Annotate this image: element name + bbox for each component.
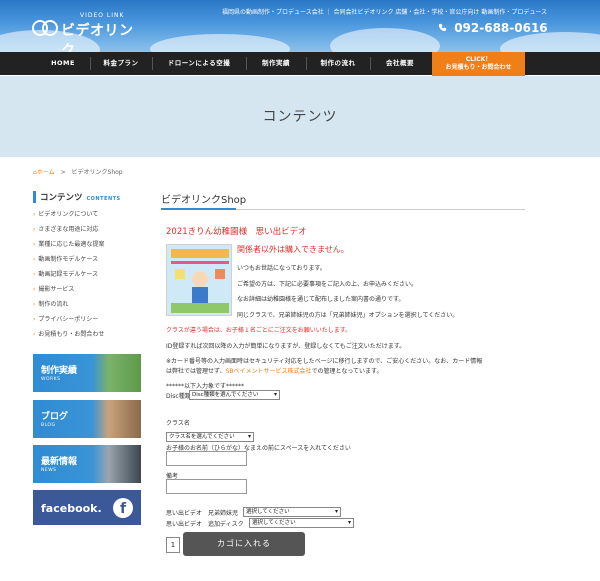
class-name-select[interactable]: クラス名を選んでください [166,432,254,442]
nav-item-company[interactable]: 会社概要 [372,52,428,75]
extra-disc-select[interactable]: 選択してください [249,518,354,528]
nav-item-drone[interactable]: ドローンによる空撮 [154,52,244,75]
sidebar-link-privacy[interactable]: プライバシーポリシー [33,314,98,323]
nav-item-pricing[interactable]: 料金プラン [92,52,150,75]
sidebar-link-record-cases[interactable]: 動画記録モデルケース [33,269,98,278]
disc-type-select[interactable]: Disc種類を選んでください [189,390,280,400]
sb-payment-link[interactable]: SBペイメントサービス株式会社 [226,368,312,375]
id-registration-note: ID登録すれば次回以降の入力が簡単になりますが、登録しなくてもご注文いただけます… [166,343,406,350]
cloud-decoration [330,28,440,52]
payment-note-post: での管理となっています。 [311,368,383,375]
disc-type-select-value: Disc種類を選んでください [192,392,259,398]
sidebar-link-industry[interactable]: 業種に応じた最適な提案 [33,239,104,248]
banner-blog-en: BLOG [41,423,56,428]
detail-text: なお詳細は幼稚園様を通じて配布しました案内書の通りです。 [237,296,405,303]
cloud-decoration [150,34,290,52]
site-logo[interactable]: VIDEO LINK ビデオリンク [28,9,138,52]
sibling-note: 同じクラスで、兄弟姉妹児の方は「兄弟姉妹児」オプションを選択してください。 [237,312,459,319]
sidebar-link-contact[interactable]: お見積もり・お問合わせ [33,329,104,338]
breadcrumb: ⌂ホーム > ビデオリンクShop [33,167,123,176]
nav-divider [306,57,307,70]
banner-news[interactable]: 最新情報 NEWS [33,445,141,483]
header-description: 福岡県の動画制作・プロデュース会社 ｜ 合同会社ビデオリンク 店舗・会社・学校・… [222,9,548,16]
disc-type-label: Disc種類 [166,393,191,400]
logo-text: ビデオリンク [61,23,134,52]
nav-divider [152,57,153,70]
video-link-logo-icon [32,20,58,36]
banner-blog[interactable]: ブログ BLOG [33,400,141,438]
nav-cta-estimate[interactable]: CLICK！ お見積もり・お問合わせ [432,52,525,76]
product-image [166,244,232,316]
input-section-note: ******以下入力象です****** [166,383,245,390]
quantity-input[interactable]: 1 [166,537,180,553]
banner-works[interactable]: 制作実績 WORKS [33,354,141,392]
sidebar-heading: コンテンツ CONTENTS [33,191,121,203]
sidebar-link-flow[interactable]: 制作の流れ [33,299,68,308]
nav-item-home[interactable]: HOME [38,52,88,75]
main-heading: ビデオリンクShop [161,195,247,206]
class-order-note: クラスが違う場合は、お子様１名ごとにご注文をお願いいたします。 [166,327,352,334]
add-to-cart-button[interactable]: カゴに入れる [183,532,305,556]
purchase-restriction-warning: 関係者以外は購入できません。 [237,245,349,254]
breadcrumb-separator: > [60,169,66,176]
nav-divider [370,57,371,70]
payment-note-pre: は弊社では管理せず、 [166,368,226,375]
child-name-input[interactable] [166,451,247,466]
sidebar-heading-en: CONTENTS [86,196,121,202]
cloud-decoration [500,32,600,52]
nav-cta-line1: CLICK！ [465,56,492,63]
intro-text: いつもお世話になっております。 [237,265,326,272]
sidebar-heading-text: コンテンツ [40,193,83,203]
sidebar-link-uses[interactable]: さまざまな用途に対応 [33,224,98,233]
nav-item-works[interactable]: 制作実績 [248,52,304,75]
logo-subtitle: VIDEO LINK [80,12,125,19]
heading-underline-accent [161,208,236,210]
nav-divider [90,57,91,70]
sibling-option-select[interactable]: 選択してください [243,507,341,517]
sidebar-link-shooting[interactable]: 撮影サービス [33,284,74,293]
security-note: ※カード番号等の入力画面時はセキュリティ対応をしたページに移行しますので、ご安心… [166,358,483,365]
payment-note: は弊社では管理せず、SBペイメントサービス株式会社での管理となっています。 [166,366,382,375]
nav-cta-line2: お見積もり・お問合わせ [445,64,512,71]
remarks-input[interactable] [166,479,247,494]
phone-number[interactable]: 092-688-0616 [438,21,548,35]
phone-icon [438,23,447,32]
page-title: コンテンツ [262,109,338,125]
banner-blog-label: ブログ [41,412,69,422]
sibling-option-label: 思い出ビデオ 兄弟姉妹児 [166,510,239,517]
banner-works-label: 制作実績 [41,366,78,376]
banner-news-label: 最新情報 [41,457,78,467]
sidebar-link-production-cases[interactable]: 動画制作モデルケース [33,254,98,263]
class-name-select-value: クラス名を選んでください [169,434,235,440]
class-name-label: クラス名 [166,420,190,427]
breadcrumb-home[interactable]: ⌂ホーム [33,169,57,176]
nav-item-flow[interactable]: 制作の流れ [308,52,368,75]
extra-disc-select-value: 選択してください [252,520,296,526]
product-title: 2021きりん幼稚園様 思い出ビデオ [166,227,307,237]
sidebar-link-about[interactable]: ビデオリンクについて [33,209,98,218]
banner-news-en: NEWS [41,468,57,473]
nav-divider [246,57,247,70]
breadcrumb-home-label: ホーム [36,169,55,176]
facebook-icon: f [113,498,133,518]
banner-facebook[interactable]: facebook. f [33,490,141,525]
phone-number-text: 092-688-0616 [454,21,548,35]
header-hero: VIDEO LINK ビデオリンク 福岡県の動画制作・プロデュース会社 ｜ 合同… [0,0,600,52]
banner-works-en: WORKS [41,377,61,382]
facebook-label: facebook. [41,502,102,515]
instruction-text: ご希望の方は、下記に必要事項をご記入の上、お申込みください。 [237,281,418,288]
breadcrumb-current: ビデオリンクShop [71,169,123,176]
extra-disc-label: 思い出ビデオ 追加ディスク [166,521,244,528]
kindergarten-poster-image [167,245,231,315]
sibling-option-select-value: 選択してください [246,509,290,515]
